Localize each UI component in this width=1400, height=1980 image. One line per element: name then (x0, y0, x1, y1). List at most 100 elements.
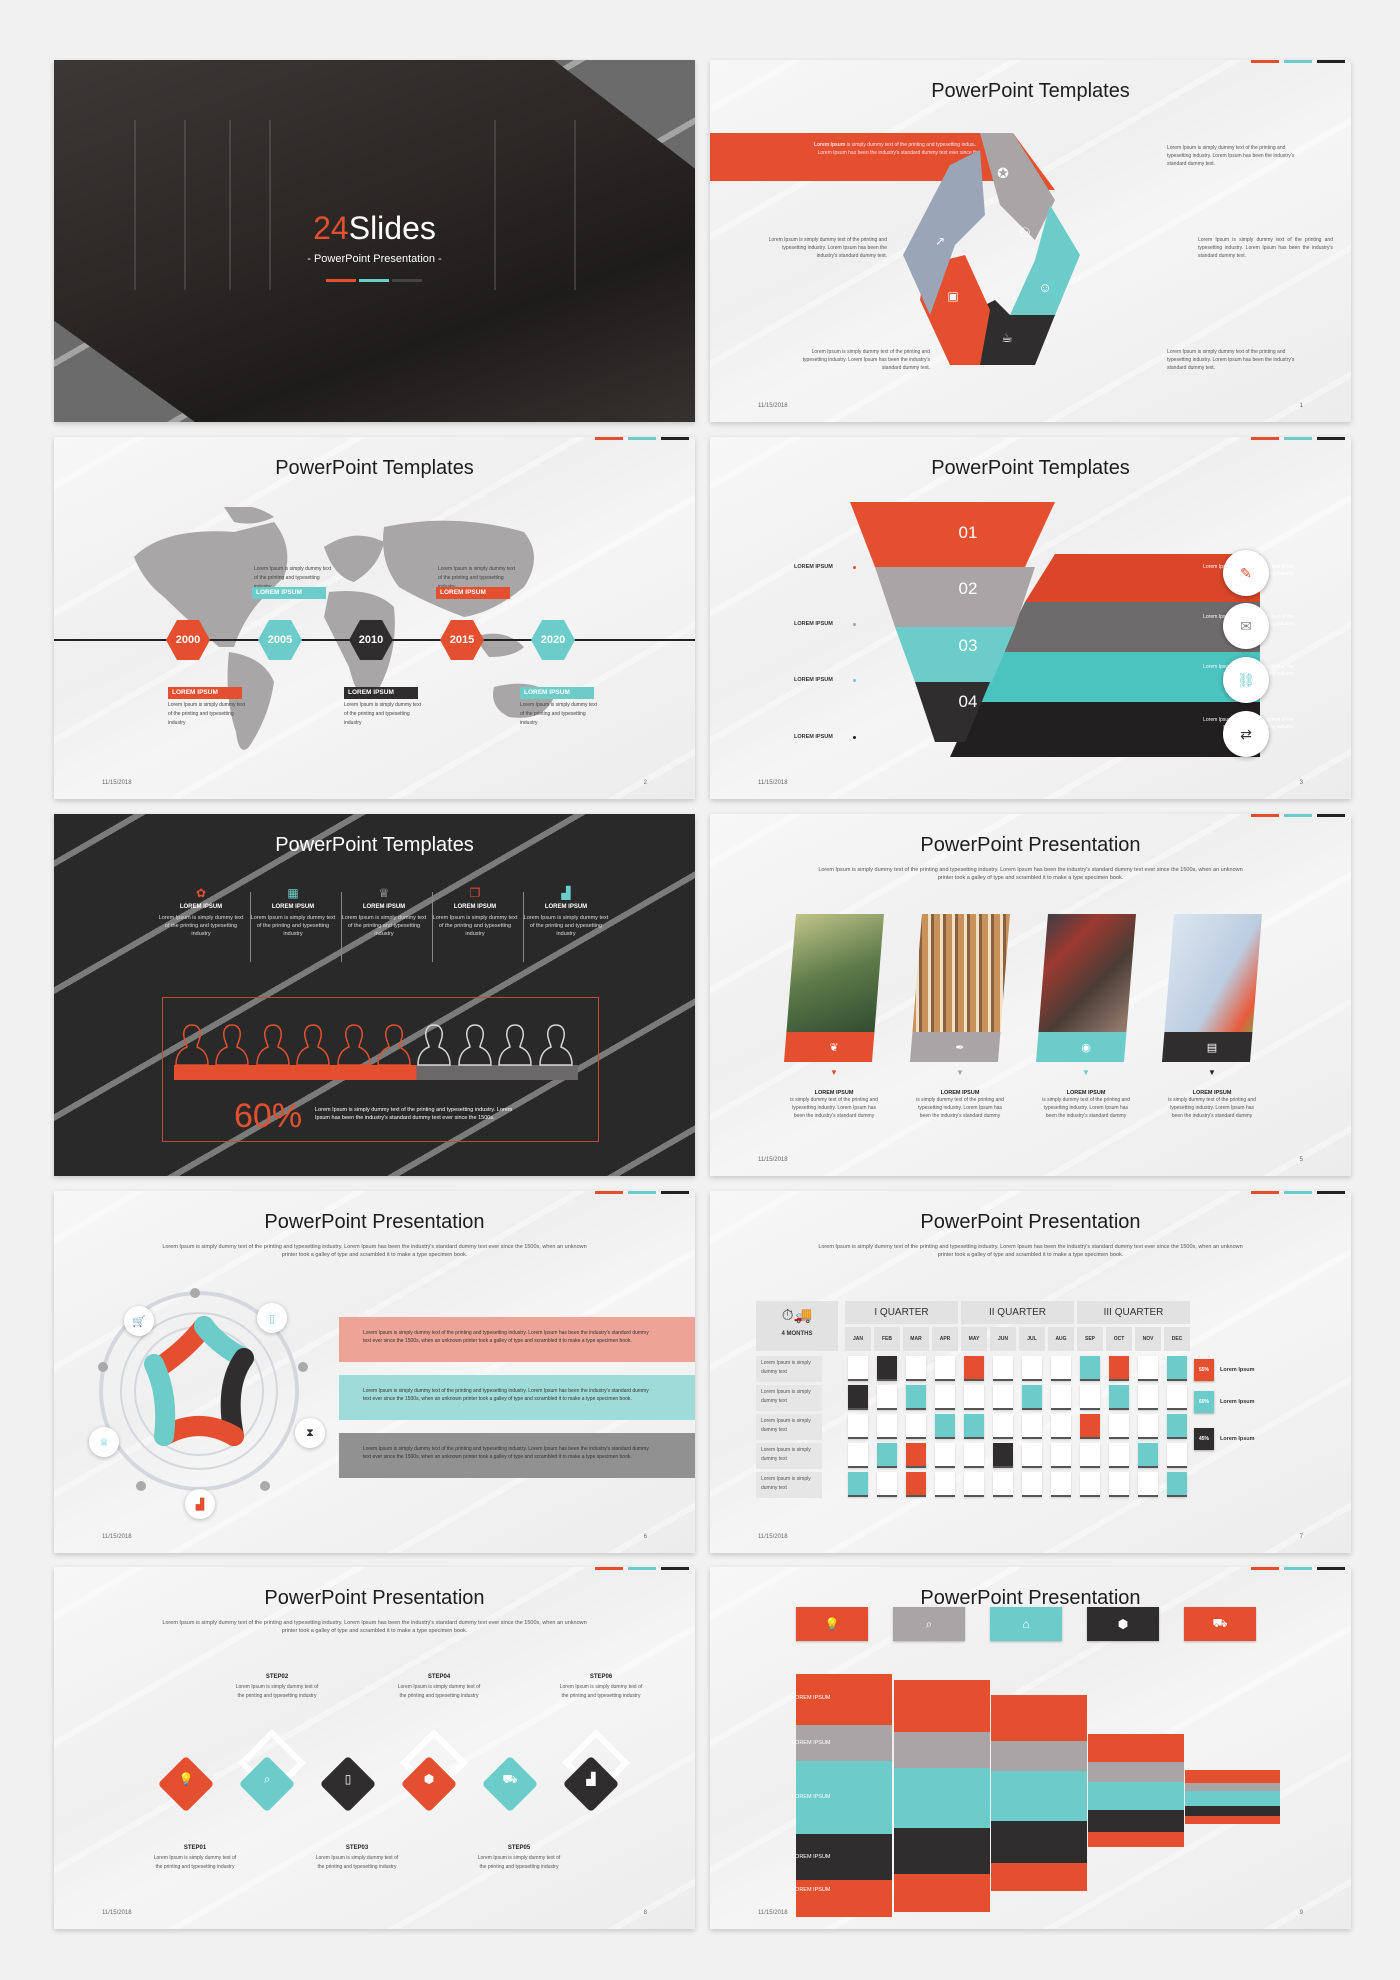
calendar-cell[interactable] (1080, 1472, 1100, 1497)
photo-card-paint[interactable]: ◉ (1036, 914, 1136, 1062)
slide-map-timeline[interactable]: PowerPoint Templates 2000 2005 2010 2015… (54, 437, 695, 799)
slide-cycle[interactable]: PowerPoint Templates Lorem Ipsum is simp… (710, 60, 1351, 422)
row-label: Lorem Ipsum is simply dummy text (756, 1472, 822, 1498)
logo-number: 24 (313, 210, 349, 246)
calendar-cell[interactable] (935, 1443, 955, 1468)
slide-people-progress[interactable]: PowerPoint Templates ✿ LOREM IPSUM Lorem I… (54, 814, 695, 1176)
calendar-cell[interactable] (906, 1356, 926, 1381)
calendar-cell[interactable] (1022, 1443, 1042, 1468)
truck-icon[interactable]: ⛟ (1184, 1607, 1256, 1641)
calendar-cell[interactable] (1109, 1443, 1129, 1468)
calendar-cell[interactable] (1022, 1414, 1042, 1439)
calendar-cell[interactable] (848, 1414, 868, 1439)
calendar-cell[interactable] (1022, 1356, 1042, 1381)
calendar-cell[interactable] (1022, 1472, 1042, 1497)
calendar-cell[interactable] (877, 1385, 897, 1410)
calendar-cell[interactable] (1109, 1472, 1129, 1497)
photo-card-tools[interactable]: ✒ (910, 914, 1010, 1062)
row-label: Lorem Ipsum is simply dummy text (756, 1356, 822, 1382)
calendar-cell-filled[interactable] (1167, 1472, 1187, 1497)
calendar-cell[interactable] (1080, 1443, 1100, 1468)
photo-card-forest[interactable]: ❦ (784, 914, 884, 1062)
box-icon[interactable]: ⬢ (1087, 1607, 1159, 1641)
calendar-cell[interactable] (964, 1472, 984, 1497)
calendar-cell[interactable] (935, 1385, 955, 1410)
calendar-cell-filled[interactable] (877, 1443, 897, 1468)
calendar-cell[interactable] (1051, 1472, 1071, 1497)
calendar-cell-filled[interactable] (1167, 1414, 1187, 1439)
photo-card-artist[interactable]: ▤ (1162, 914, 1262, 1062)
stair-label: LOREM IPSUM (792, 1854, 831, 1860)
month-header: MAR (903, 1327, 929, 1351)
pin-marker: ▼ (1082, 1068, 1090, 1077)
calendar-cell[interactable] (964, 1443, 984, 1468)
calendar-cell-filled[interactable] (964, 1356, 984, 1381)
calendar-cell[interactable] (906, 1414, 926, 1439)
search-icon[interactable]: ⌕ (893, 1607, 965, 1641)
stair-segment (1088, 1832, 1184, 1847)
slide-date: 11/15/2018 (758, 1534, 788, 1540)
calendar-cell-filled[interactable] (906, 1443, 926, 1468)
calendar-cell[interactable] (1138, 1472, 1158, 1497)
slide-star-diagram[interactable]: PowerPoint Presentation Lorem Ipsum is s… (54, 1191, 695, 1553)
calendar-cell[interactable] (1167, 1385, 1187, 1410)
legend-label: Lorem Ipsum (1220, 1436, 1255, 1442)
calendar-cell-filled[interactable] (1109, 1385, 1129, 1410)
funnel-number: 03 (958, 636, 978, 655)
calendar-cell-filled[interactable] (1080, 1356, 1100, 1381)
calendar-cell-filled[interactable] (906, 1472, 926, 1497)
timeline-desc: Lorem Ipsum is simply dummy text of the … (168, 702, 245, 726)
slide-quarter-calendar[interactable]: PowerPoint Presentation Lorem Ipsum is s… (710, 1191, 1351, 1553)
calendar-cell[interactable] (848, 1443, 868, 1468)
calendar-cell[interactable] (848, 1356, 868, 1381)
transfer-icon: ⇄ (1223, 711, 1269, 757)
calendar-cell[interactable] (964, 1385, 984, 1410)
calendar-cell[interactable] (877, 1414, 897, 1439)
calendar-cell-filled[interactable] (1167, 1356, 1187, 1381)
person-icon-highlighted (215, 1024, 250, 1066)
calendar-cell[interactable] (1051, 1443, 1071, 1468)
calendar-cell-filled[interactable] (848, 1385, 868, 1410)
slide-subtitle: Lorem Ipsum is simply dummy text of the … (818, 1244, 1243, 1258)
calendar-cell-filled[interactable] (1109, 1356, 1129, 1381)
row-label: Lorem Ipsum is simply dummy text (756, 1385, 822, 1411)
calendar-cell[interactable] (1051, 1414, 1071, 1439)
slide-stacked-stairs[interactable]: PowerPoint Presentation 💡 ⌕ ⌂ ⬢ ⛟ LOREM … (710, 1567, 1351, 1929)
calendar-cell[interactable] (993, 1472, 1013, 1497)
calendar-cell[interactable] (935, 1356, 955, 1381)
calendar-cell[interactable] (1138, 1356, 1158, 1381)
slide-diamond-steps[interactable]: PowerPoint Presentation Lorem Ipsum is s… (54, 1567, 695, 1929)
slide-title[interactable]: 24Slides - PowerPoint Presentation - (54, 60, 695, 422)
calendar-cell[interactable] (1051, 1385, 1071, 1410)
accent-bars (1251, 814, 1345, 817)
month-header: APR (932, 1327, 958, 1351)
lightbulb-icon[interactable]: 💡 (796, 1607, 868, 1641)
calendar-cell[interactable] (1167, 1443, 1187, 1468)
calendar-cell[interactable] (1138, 1385, 1158, 1410)
calendar-cell-filled[interactable] (906, 1385, 926, 1410)
card-caption: LOREM IPSUM is simply dummy text of the p… (790, 1090, 878, 1119)
calendar-cell[interactable] (935, 1472, 955, 1497)
calendar-cell-filled[interactable] (935, 1414, 955, 1439)
calendar-cell[interactable] (993, 1385, 1013, 1410)
calendar-cell[interactable] (877, 1472, 897, 1497)
calendar-cell[interactable] (993, 1356, 1013, 1381)
calendar-cell-filled[interactable] (1138, 1443, 1158, 1468)
calendar-cell[interactable] (1109, 1414, 1129, 1439)
calendar-cell-filled[interactable] (877, 1356, 897, 1381)
calendar-cell-filled[interactable] (1080, 1414, 1100, 1439)
calendar-cell-filled[interactable] (848, 1472, 868, 1497)
calendar-cell-filled[interactable] (964, 1414, 984, 1439)
slide-funnel[interactable]: PowerPoint Templates 01 02 03 04 LOREM I… (710, 437, 1351, 799)
calendar-cell[interactable] (1051, 1356, 1071, 1381)
slide-photo-cards[interactable]: PowerPoint Presentation Lorem Ipsum is s… (710, 814, 1351, 1176)
calendar-cell-filled[interactable] (1022, 1385, 1042, 1410)
slide-heading: PowerPoint Templates (275, 834, 474, 856)
month-header: SEP (1077, 1327, 1103, 1351)
calendar-cell[interactable] (993, 1414, 1013, 1439)
calendar-cell-filled[interactable] (993, 1443, 1013, 1468)
home-icon[interactable]: ⌂ (990, 1607, 1062, 1641)
calendar-cell[interactable] (1138, 1414, 1158, 1439)
calendar-cell[interactable] (1080, 1385, 1100, 1410)
month-header: FEB (874, 1327, 900, 1351)
